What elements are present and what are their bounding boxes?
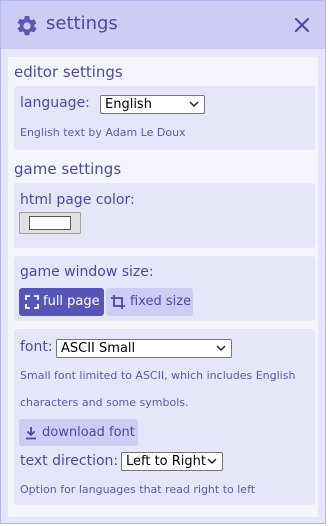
title-bar[interactable]: settings	[1, 1, 325, 49]
download-font-button[interactable]: download font	[19, 419, 138, 446]
page-color-picker[interactable]	[19, 212, 81, 234]
language-card: language: English English text by Adam L…	[14, 86, 315, 150]
settings-content: editor settings language: English Englis…	[8, 57, 318, 517]
text-direction-select[interactable]: Left to Right	[121, 452, 223, 471]
page-color-label: html page color:	[20, 192, 135, 208]
game-settings-heading: game settings	[14, 160, 122, 178]
language-label: language:	[20, 95, 90, 111]
window-size-label: game window size:	[20, 264, 154, 280]
font-note-line2: characters and some symbols.	[20, 396, 189, 409]
full-page-label: full page	[43, 294, 100, 309]
font-label: font:	[20, 339, 53, 355]
font-note-line1: Small font limited to ASCII, which inclu…	[20, 369, 296, 382]
editor-settings-heading: editor settings	[14, 63, 123, 81]
page-color-card: html page color:	[14, 183, 315, 248]
fixed-size-button[interactable]: fixed size	[106, 288, 193, 316]
language-note: English text by Adam Le Doux	[20, 126, 186, 139]
chevron-down-icon	[216, 345, 226, 352]
download-font-label: download font	[42, 425, 135, 440]
page-color-swatch	[29, 216, 71, 230]
language-select-value: English	[105, 97, 152, 112]
fixed-size-label: fixed size	[130, 294, 192, 309]
close-icon[interactable]	[293, 16, 311, 34]
gear-icon	[17, 15, 37, 36]
text-direction-label: text direction:	[20, 453, 119, 469]
language-select[interactable]: English	[100, 95, 205, 114]
font-select-value: ASCII Small	[61, 341, 136, 356]
download-icon	[26, 427, 36, 440]
crop-icon	[111, 295, 125, 309]
window-size-card: game window size: full page fixed size	[14, 256, 315, 321]
fullscreen-icon	[25, 295, 39, 309]
chevron-down-icon	[189, 101, 199, 108]
full-page-button[interactable]: full page	[19, 288, 104, 316]
font-card: font: ASCII Small Small font limited to …	[14, 329, 315, 505]
text-direction-select-value: Left to Right	[126, 454, 207, 469]
chevron-down-icon	[207, 458, 217, 465]
settings-panel: settings editor settings language: Engli…	[0, 0, 326, 524]
font-select[interactable]: ASCII Small	[56, 339, 232, 358]
panel-title: settings	[46, 13, 118, 34]
text-direction-note: Option for languages that read right to …	[20, 483, 256, 496]
